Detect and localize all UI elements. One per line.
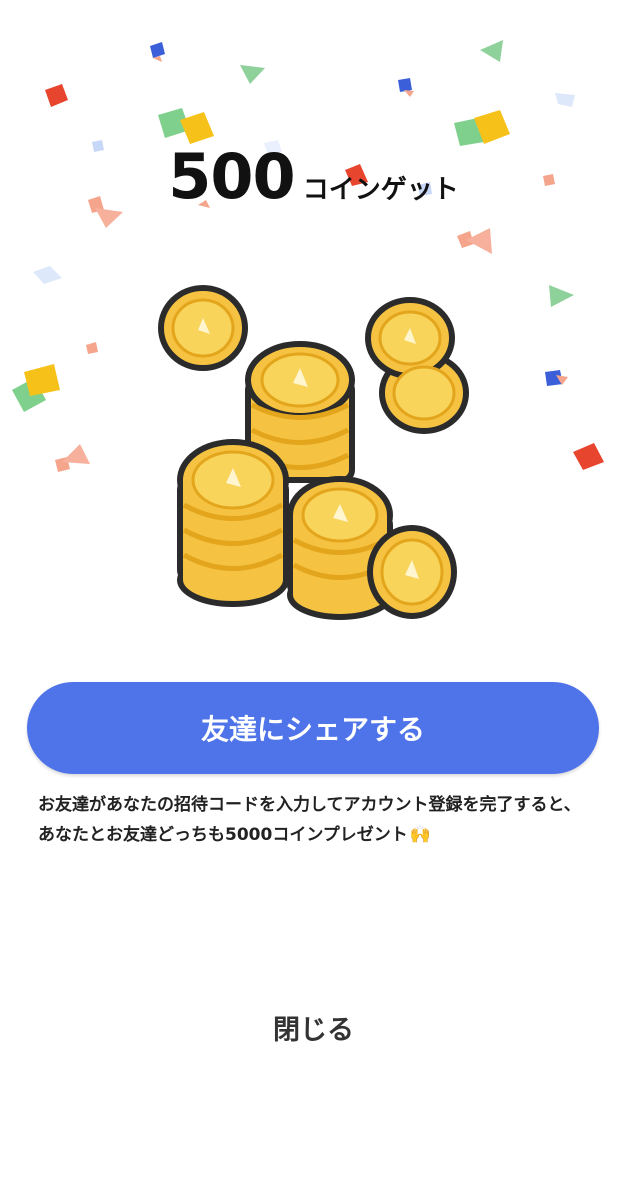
invite-description-text: お友達があなたの招待コードを入力してアカウント登録を完了すると、 あなたとお友達… bbox=[38, 795, 581, 845]
gold-coins-pile-icon bbox=[158, 285, 469, 620]
raised-hands-icon: 🙌 bbox=[409, 825, 431, 845]
close-button[interactable]: 閉じる bbox=[0, 1008, 627, 1047]
invite-description: お友達があなたの招待コードを入力してアカウント登録を完了すると、 あなたとお友達… bbox=[38, 790, 598, 850]
share-with-friends-button[interactable]: 友達にシェアする bbox=[27, 682, 599, 774]
reward-suffix: コインゲット bbox=[302, 175, 459, 205]
reward-title: 500 コインゲット bbox=[0, 140, 627, 213]
reward-amount: 500 bbox=[168, 140, 295, 213]
